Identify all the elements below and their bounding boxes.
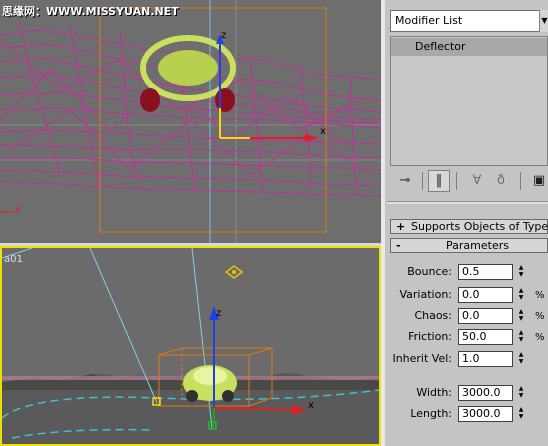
stack-toolbar: ⊸ ‖ ∀ ð ▣ bbox=[390, 168, 548, 194]
length-spinner[interactable]: ▲ ▼ bbox=[516, 406, 526, 422]
make-unique-icon[interactable]: ∀ bbox=[466, 170, 488, 192]
z-axis-label: z bbox=[221, 30, 227, 41]
friction-unit: % bbox=[535, 332, 545, 343]
rollout-expand-icon: + bbox=[396, 220, 406, 233]
light-helper-icon[interactable] bbox=[224, 265, 244, 279]
variation-spinner[interactable]: ▲ ▼ bbox=[516, 287, 526, 303]
rollout-supports-objects[interactable]: + Supports Objects of Type bbox=[390, 219, 548, 234]
friction-field[interactable]: 50.0 bbox=[458, 329, 513, 345]
x-axis-label: x bbox=[320, 126, 326, 137]
rollout-title: Supports Objects of Type bbox=[411, 220, 548, 233]
rollout-title: Parameters bbox=[446, 239, 509, 252]
variation-label: Variation: bbox=[399, 288, 452, 301]
pin-stack-icon[interactable]: ⊸ bbox=[394, 170, 416, 192]
chaos-spinner[interactable]: ▲ ▼ bbox=[516, 308, 526, 324]
configure-sets-icon[interactable]: ▣ bbox=[528, 170, 548, 192]
watermark: 思缘网：WWW.MISSYUAN.NET bbox=[2, 5, 179, 18]
x-axis-label-3d: x bbox=[308, 400, 314, 411]
toolbar-divider bbox=[520, 172, 521, 190]
inherit-vel-label: Inherit Vel: bbox=[392, 352, 452, 365]
inherit-vel-spinner[interactable]: ▲ ▼ bbox=[516, 351, 526, 367]
chaos-field[interactable]: 0.0 bbox=[458, 308, 513, 324]
show-end-result-icon[interactable]: ‖ bbox=[428, 170, 450, 192]
width-field[interactable]: 3000.0 bbox=[458, 385, 513, 401]
car-model-3d[interactable] bbox=[183, 365, 237, 402]
inherit-vel-field[interactable]: 1.0 bbox=[458, 351, 513, 367]
perspective-viewport[interactable]: a01 z x bbox=[0, 246, 381, 446]
friction-label: Friction: bbox=[408, 330, 452, 343]
top-viewport-scene bbox=[0, 0, 381, 243]
wireframe-mesh bbox=[0, 19, 381, 197]
bounce-field[interactable]: 0.5 bbox=[458, 264, 513, 280]
panel-separator bbox=[387, 201, 548, 204]
bounce-spinner[interactable]: ▲ ▼ bbox=[516, 264, 526, 280]
rollout-parameters[interactable]: - Parameters bbox=[390, 238, 548, 253]
length-field[interactable]: 3000.0 bbox=[458, 406, 513, 422]
top-viewport[interactable]: 思缘网：WWW.MISSYUAN.NET z x x bbox=[0, 0, 381, 243]
variation-unit: % bbox=[535, 290, 545, 301]
stack-item-deflector[interactable]: Deflector bbox=[391, 38, 547, 56]
remove-modifier-icon[interactable]: ð bbox=[490, 170, 512, 192]
chevron-down-icon[interactable]: ▼ bbox=[539, 10, 548, 32]
rollout-collapse-icon: - bbox=[396, 239, 401, 252]
bounce-label: Bounce: bbox=[407, 265, 452, 278]
width-spinner[interactable]: ▲ ▼ bbox=[516, 385, 526, 401]
variation-field[interactable]: 0.0 bbox=[458, 287, 513, 303]
world-x-label: x bbox=[15, 204, 21, 215]
z-axis-label-3d: z bbox=[216, 308, 222, 319]
perspective-viewport-scene bbox=[2, 248, 379, 444]
chaos-label: Chaos: bbox=[414, 309, 452, 322]
length-label: Length: bbox=[410, 407, 452, 420]
chaos-unit: % bbox=[535, 311, 545, 322]
friction-spinner[interactable]: ▲ ▼ bbox=[516, 329, 526, 345]
toolbar-divider bbox=[456, 172, 457, 190]
modifier-list-dropdown[interactable]: Modifier List bbox=[390, 10, 548, 32]
toolbar-divider bbox=[422, 172, 423, 190]
viewport-camera-label: a01 bbox=[4, 254, 23, 265]
width-label: Width: bbox=[416, 386, 452, 399]
